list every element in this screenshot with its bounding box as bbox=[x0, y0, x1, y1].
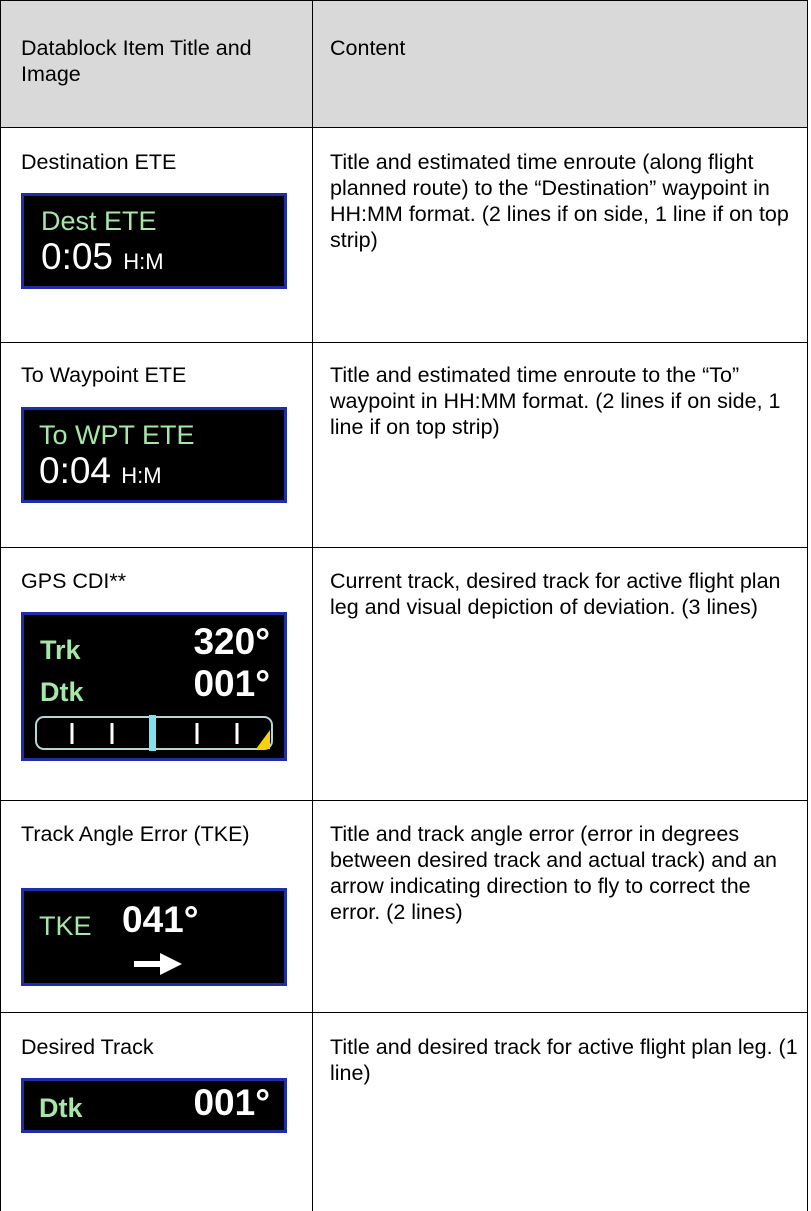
row-content-desired-track: Title and desired track for active fligh… bbox=[330, 1035, 798, 1085]
display-value-wrap: 0:04 H:M bbox=[39, 450, 162, 492]
cdi-deviation-bar bbox=[35, 715, 273, 751]
display-unit: H:M bbox=[123, 249, 164, 274]
header-col-content: Content bbox=[330, 36, 406, 60]
display-label: To WPT ETE bbox=[39, 420, 195, 450]
trk-value: 320° bbox=[193, 621, 270, 662]
row-divider bbox=[0, 800, 808, 801]
to-from-flag-icon bbox=[256, 730, 270, 749]
display-value-wrap: 0:05 H:M bbox=[41, 236, 164, 278]
row-title-track-angle-error: Track Angle Error (TKE) bbox=[21, 822, 250, 846]
dtk-value: 001° bbox=[193, 663, 270, 704]
display-label: Dest ETE bbox=[41, 206, 157, 236]
tke-display: TKE 041° bbox=[21, 888, 287, 986]
display-unit: H:M bbox=[121, 463, 162, 488]
header-col-title: Datablock Item Title and Image bbox=[21, 36, 252, 86]
table-border-right bbox=[807, 0, 808, 1211]
row-title-to-waypoint-ete: To Waypoint ETE bbox=[21, 363, 187, 387]
row-content-track-angle-error: Title and track angle error (error in de… bbox=[330, 822, 777, 924]
gps-cdi-display: Trk 320° Dtk 001° bbox=[21, 612, 287, 761]
row-title-destination-ete: Destination ETE bbox=[21, 150, 177, 174]
row-content-to-waypoint-ete: Title and estimated time enroute to the … bbox=[330, 363, 781, 439]
display-value: 0:05 bbox=[41, 236, 114, 277]
row-divider bbox=[0, 547, 808, 548]
row-title-gps-cdi: GPS CDI** bbox=[21, 569, 127, 593]
column-divider bbox=[312, 0, 313, 1211]
cdi-needle bbox=[149, 715, 156, 751]
row-content-gps-cdi: Current track, desired track for active … bbox=[330, 569, 781, 619]
table-border-top bbox=[0, 0, 808, 1]
right-arrow-icon bbox=[134, 953, 182, 975]
row-divider bbox=[0, 127, 808, 128]
tke-value: 041° bbox=[122, 899, 199, 940]
row-divider bbox=[0, 342, 808, 343]
row-content-destination-ete: Title and estimated time enroute (along … bbox=[330, 150, 789, 252]
dtk-label: Dtk bbox=[39, 1093, 83, 1123]
row-divider bbox=[0, 1012, 808, 1013]
datablock-table: Datablock Item Title and Image Content D… bbox=[0, 0, 808, 1211]
dtk-label: Dtk bbox=[40, 677, 84, 707]
to-wpt-ete-display: To WPT ETE 0:04 H:M bbox=[21, 407, 287, 503]
dtk-value: 001° bbox=[193, 1082, 270, 1123]
dest-ete-display: Dest ETE 0:05 H:M bbox=[21, 193, 287, 289]
table-border-left bbox=[0, 0, 1, 1211]
row-title-desired-track: Desired Track bbox=[21, 1035, 154, 1059]
display-value: 0:04 bbox=[39, 450, 112, 491]
desired-track-display: Dtk 001° bbox=[21, 1078, 287, 1133]
trk-label: Trk bbox=[40, 635, 81, 665]
tke-label: TKE bbox=[39, 911, 92, 941]
